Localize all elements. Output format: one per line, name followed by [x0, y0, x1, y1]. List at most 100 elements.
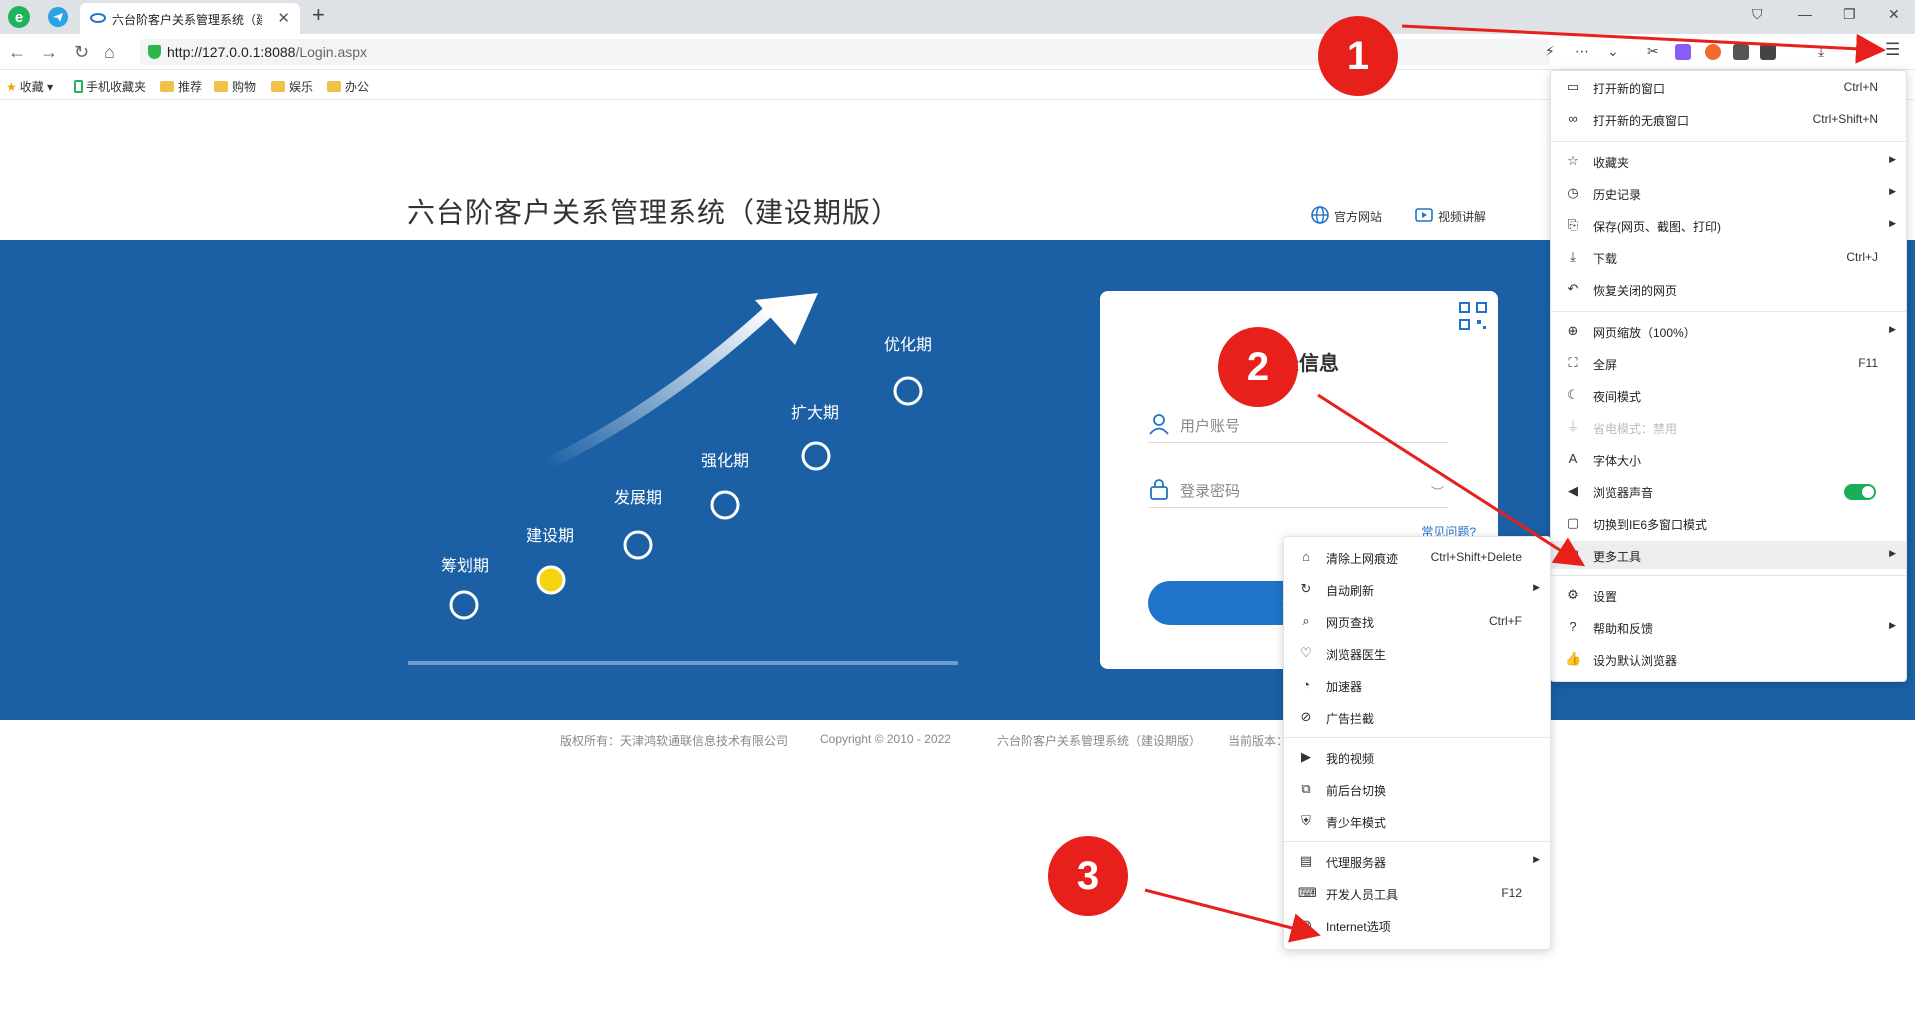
submenu-my-videos[interactable]: ▶ 我的视频 — [1284, 743, 1550, 771]
extension-box-icon[interactable] — [1733, 44, 1749, 60]
stage-5: 扩大期 — [791, 403, 839, 660]
chevron-right-icon: ▶ — [1533, 582, 1540, 592]
forward-icon[interactable]: → — [40, 42, 58, 63]
fullscreen-icon: ⛶ — [1568, 355, 1578, 370]
minimize-button[interactable]: — — [1798, 6, 1812, 22]
menu-item-zoom[interactable]: ⊕ 网页缩放（100%） ▶ — [1551, 317, 1906, 345]
menu-item-save[interactable]: ⎘ 保存(网页、截图、打印) ▶ — [1551, 211, 1906, 239]
stage-6: 优化期 — [884, 335, 932, 660]
menu-item-set-default[interactable]: 👍 设为默认浏览器 — [1551, 645, 1906, 673]
ie-window-icon: ▢ — [1566, 515, 1580, 530]
submenu-internet-options[interactable]: ◍ Internet选项 — [1284, 911, 1550, 939]
extension-game-icon[interactable] — [1705, 44, 1721, 60]
growth-stages-graphic: 筹划期 建设期 发展期 强化期 扩大期 优化期 — [408, 293, 958, 665]
close-window-button[interactable]: ✕ — [1888, 6, 1900, 23]
menu-item-downloads[interactable]: ⤓ 下载 Ctrl+J — [1551, 243, 1906, 271]
tab-close-icon[interactable]: ✕ — [277, 9, 290, 27]
speaker-icon: ◀ — [1568, 483, 1578, 498]
gear-icon: ⚙ — [1567, 587, 1579, 602]
phone-icon — [74, 80, 83, 93]
menu-item-fullscreen[interactable]: ⛶ 全屏 F11 — [1551, 349, 1906, 377]
eye-closed-icon[interactable]: ︶ — [1431, 482, 1444, 501]
address-bar-row: ← → ↻ ⌂ http://127.0.0.1:8088/Login.aspx… — [0, 34, 1915, 70]
download-icon: ⤓ — [1570, 249, 1576, 264]
login-title: 登录信息 — [1259, 353, 1339, 375]
stage-label: 扩大期 — [791, 403, 839, 422]
password-field[interactable]: 登录密码 ︶ — [1148, 468, 1448, 508]
shirt-skin-icon[interactable]: ⛉ — [1752, 6, 1763, 23]
qr-code-icon[interactable] — [1458, 301, 1488, 331]
lightning-icon[interactable]: ⚡ — [1545, 43, 1555, 60]
submenu-browser-doctor[interactable]: ♡ 浏览器医生 — [1284, 639, 1550, 667]
bookmark-favorites[interactable]: ★ 收藏 ▾ — [6, 78, 53, 95]
menu-item-settings[interactable]: ⚙ 设置 — [1551, 581, 1906, 609]
stage-marker — [801, 441, 831, 471]
stage-marker — [623, 530, 653, 560]
extension-grid-icon[interactable] — [1760, 44, 1776, 60]
menu-item-browser-sound[interactable]: ◀ 浏览器声音 — [1551, 477, 1906, 505]
sound-toggle[interactable] — [1844, 484, 1876, 500]
help-icon: ? — [1569, 619, 1577, 634]
menu-item-history[interactable]: ◷ 历史记录 ▶ — [1551, 179, 1906, 207]
menu-item-new-incognito[interactable]: ∞ 打开新的无痕窗口 Ctrl+Shift+N — [1551, 105, 1906, 133]
secure-shield-icon — [148, 45, 161, 59]
footer-owner: 版权所有：天津鸿软通联信息技术有限公司 — [560, 734, 789, 748]
menu-item-more-tools[interactable]: ▦ 更多工具 ▶ — [1551, 541, 1906, 569]
chevron-right-icon: ▶ — [1889, 620, 1896, 630]
menu-item-night-mode[interactable]: ☾ 夜间模式 — [1551, 381, 1906, 409]
main-menu-icon[interactable]: ☰ — [1885, 40, 1900, 60]
scissors-icon[interactable]: ✂ — [1647, 43, 1659, 60]
star-icon: ★ — [6, 80, 17, 94]
more-tools-submenu: ⌂ 清除上网痕迹 Ctrl+Shift+Delete ↻ 自动刷新 ▶ ⌕ 网页查找 Ctr… — [1283, 536, 1551, 950]
bookmark-folder[interactable]: 购物 — [214, 78, 256, 95]
back-icon[interactable]: ← — [8, 42, 26, 63]
footer-product: 六台阶客户关系管理系统（建设期版） — [997, 734, 1202, 748]
submenu-adblock[interactable]: ⊘ 广告拦截 — [1284, 703, 1550, 731]
stage-4: 强化期 — [701, 451, 749, 660]
footer: 版权所有：天津鸿软通联信息技术有限公司 Copyright © 2010 - 2… — [0, 732, 1915, 752]
stage-label: 建设期 — [526, 526, 574, 545]
restore-button[interactable]: ❐ — [1843, 6, 1856, 23]
download-tray-icon[interactable]: ⤓ — [1818, 43, 1824, 60]
find-icon: ⌕ — [1302, 613, 1310, 628]
video-tutorial-link[interactable]: 视频讲解 — [1414, 205, 1486, 225]
stage-label: 发展期 — [614, 488, 662, 507]
new-tab-button[interactable]: + — [312, 2, 325, 28]
official-site-link[interactable]: 官方网站 — [1310, 205, 1382, 225]
extension-translate-icon[interactable] — [1675, 44, 1691, 60]
browser-logo-icon[interactable]: e — [6, 4, 32, 30]
submenu-dev-tools[interactable]: ⌨ 开发人员工具 F12 — [1284, 879, 1550, 907]
plug-icon: ⏚ — [1566, 419, 1580, 434]
submenu-teen-mode[interactable]: ⛨ 青少年模式 — [1284, 807, 1550, 835]
submenu-auto-refresh[interactable]: ↻ 自动刷新 ▶ — [1284, 575, 1550, 603]
telegram-icon[interactable] — [48, 7, 68, 27]
more-dots-icon[interactable]: ⋯ — [1575, 43, 1589, 60]
submenu-proxy[interactable]: ▤ 代理服务器 ▶ — [1284, 847, 1550, 875]
reload-icon[interactable]: ↻ — [74, 42, 89, 63]
stage-marker — [449, 590, 479, 620]
menu-item-help[interactable]: ? 帮助和反馈 ▶ — [1551, 613, 1906, 641]
submenu-fg-bg-switch[interactable]: ⧉ 前后台切换 — [1284, 775, 1550, 803]
proxy-icon: ▤ — [1299, 853, 1313, 868]
submenu-accelerator[interactable]: ◔ 加速器 — [1284, 671, 1550, 699]
home-icon[interactable]: ⌂ — [104, 42, 115, 63]
bookmark-folder[interactable]: 推荐 — [160, 78, 202, 95]
footer-version: 当前版本： — [1228, 734, 1289, 748]
toolbox-icon: ▦ — [1566, 547, 1580, 562]
menu-item-restore-closed[interactable]: ↶ 恢复关闭的网页 — [1551, 275, 1906, 303]
undo-icon: ↶ — [1567, 281, 1579, 296]
submenu-find[interactable]: ⌕ 网页查找 Ctrl+F — [1284, 607, 1550, 635]
menu-item-ie6-mode[interactable]: ▢ 切换到IE6多窗口模式 — [1551, 509, 1906, 537]
menu-item-favorites[interactable]: ☆ 收藏夹 ▶ — [1551, 147, 1906, 175]
incognito-icon: ∞ — [1568, 111, 1578, 126]
menu-item-new-window[interactable]: ▭ 打开新的窗口 Ctrl+N — [1551, 73, 1906, 101]
chevron-down-icon[interactable]: ⌄ — [1607, 43, 1619, 60]
bookmark-folder[interactable]: 娱乐 — [271, 78, 313, 95]
menu-item-font-size[interactable]: A 字体大小 — [1551, 445, 1906, 473]
submenu-clear-traces[interactable]: ⌂ 清除上网痕迹 Ctrl+Shift+Delete — [1284, 543, 1550, 571]
bookmark-folder[interactable]: 办公 — [327, 78, 369, 95]
tab-active[interactable]: 六台阶客户关系管理系统（建 ✕ — [80, 3, 300, 34]
bookmark-mobile[interactable]: 手机收藏夹 — [74, 78, 146, 95]
url-text: http://127.0.0.1:8088/Login.aspx — [167, 44, 368, 60]
username-field[interactable]: 用户账号 — [1148, 403, 1448, 443]
